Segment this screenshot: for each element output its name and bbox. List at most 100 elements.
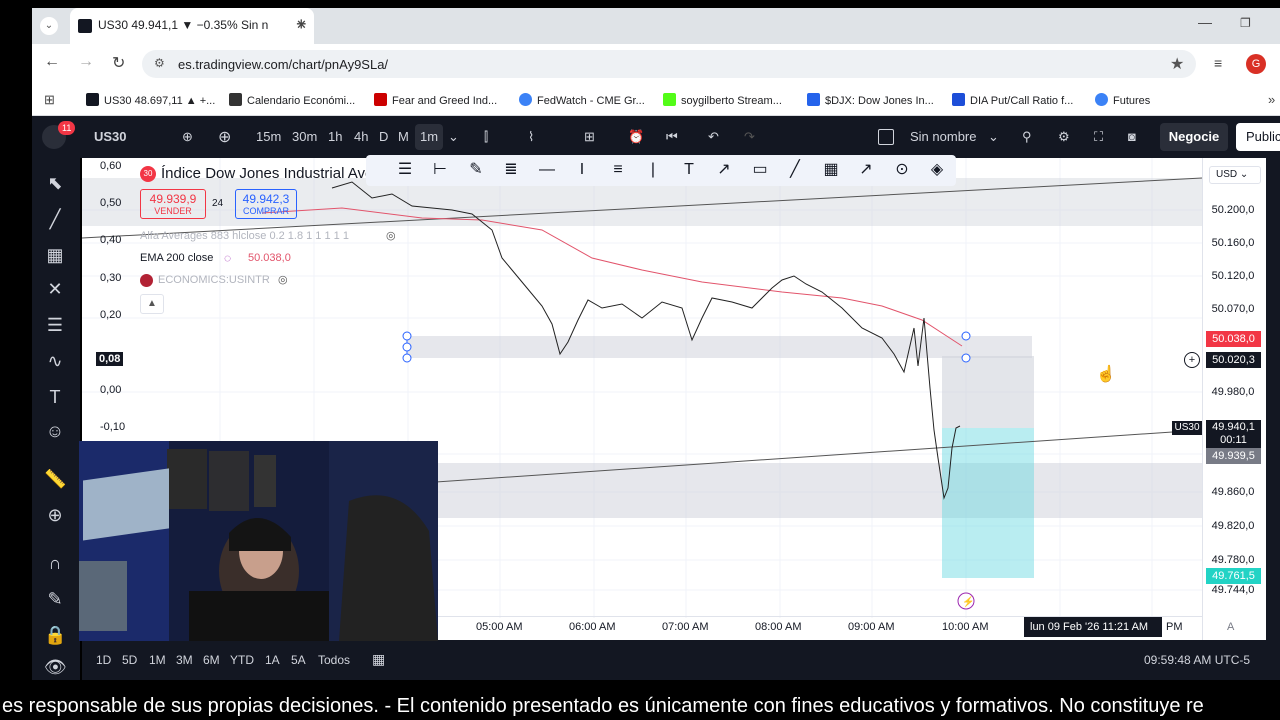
replay-icon[interactable]: ⏮: [666, 129, 678, 145]
interval-dropdown-icon[interactable]: ⌄: [448, 129, 459, 145]
keep-drawing-icon[interactable]: ✎: [44, 588, 66, 610]
pen-icon[interactable]: ✎: [465, 159, 487, 181]
rectangle-icon[interactable]: ▭: [749, 159, 771, 181]
text-icon[interactable]: T: [678, 159, 700, 181]
undo-icon[interactable]: ↶: [708, 129, 719, 145]
hidden-eye-icon[interactable]: ◎: [278, 273, 288, 286]
date-range-icon[interactable]: ⊢: [429, 159, 451, 181]
buy-button[interactable]: 49.942,3 COMPRAR: [235, 189, 297, 219]
new-tab-icon[interactable]: +: [296, 14, 307, 35]
price-range-icon[interactable]: ≣: [500, 159, 522, 181]
line-icon[interactable]: ╱: [784, 159, 806, 181]
bookmark-8[interactable]: Futures: [1095, 93, 1150, 107]
bookmark-7[interactable]: DIA Put/Call Ratio f...: [952, 93, 1073, 107]
collapse-legend-icon[interactable]: ▲: [140, 294, 164, 314]
bookmark-2[interactable]: Calendario Económi...: [229, 93, 355, 107]
date-range-calendar-icon[interactable]: ▦: [372, 651, 385, 668]
horizontal-line-icon[interactable]: —: [536, 159, 558, 181]
profile-avatar[interactable]: G: [1246, 54, 1266, 74]
grid-icon[interactable]: ▦: [820, 159, 842, 181]
layout-dropdown-icon[interactable]: ⌄: [988, 129, 999, 145]
add-alert-icon[interactable]: +: [1184, 352, 1200, 368]
apps-grid-icon[interactable]: ⊞: [44, 92, 55, 108]
clock-timezone[interactable]: 09:59:48 AM UTC-5: [1144, 653, 1250, 667]
pattern-icon[interactable]: ✕: [44, 278, 66, 300]
bookmark-star-icon[interactable]: ★: [1170, 54, 1184, 74]
lock-icon[interactable]: 🔒: [44, 624, 66, 646]
brush-tool-icon[interactable]: ↗: [855, 159, 877, 181]
interval-4h[interactable]: 4h: [354, 129, 368, 144]
trade-button[interactable]: Negocie: [1160, 123, 1228, 151]
range-5a[interactable]: 5A: [291, 653, 306, 667]
fib-grid-icon[interactable]: ▦: [44, 244, 66, 266]
compare-icon[interactable]: ⊕: [182, 129, 193, 145]
range-ytd[interactable]: YTD: [230, 653, 254, 667]
forward-icon[interactable]: →: [78, 53, 94, 71]
indicators-icon[interactable]: ⌇: [528, 129, 534, 145]
redo-icon[interactable]: ↷: [744, 129, 755, 145]
interval-m[interactable]: M: [398, 129, 409, 144]
add-symbol-icon[interactable]: ⊕: [218, 127, 231, 147]
circle-icon[interactable]: ⊙: [891, 159, 913, 181]
tab-search-icon[interactable]: ⌄: [40, 17, 58, 35]
zoom-icon[interactable]: ⊕: [44, 504, 66, 526]
interval-d[interactable]: D: [379, 129, 388, 144]
brush-icon[interactable]: ∿: [44, 350, 66, 372]
currency-select[interactable]: USD ⌄: [1209, 166, 1261, 184]
alert-icon[interactable]: ⏰: [628, 129, 644, 145]
auto-scale-toggle[interactable]: A: [1227, 621, 1234, 633]
bookmark-1[interactable]: US30 48.697,11 ▲ +...: [86, 93, 215, 107]
layout-name[interactable]: Sin nombre: [910, 129, 976, 144]
layout-icon[interactable]: [878, 129, 894, 145]
site-info-icon[interactable]: ⚙: [154, 56, 165, 70]
fullscreen-icon[interactable]: ⛶: [1094, 129, 1103, 145]
symbol-search[interactable]: US30: [94, 129, 127, 144]
indicator-alfa-averages[interactable]: Alfa Averages 883 hlclose 0.2 1.8 1 1 1 …: [140, 230, 376, 242]
address-bar[interactable]: ⚙ es.tradingview.com/chart/pnAy9SLa/ ★: [142, 50, 1196, 78]
settings-gear-icon[interactable]: ⚙: [1058, 129, 1070, 145]
minimize-icon[interactable]: —: [1198, 14, 1212, 30]
forecast-icon[interactable]: ☰: [44, 314, 66, 336]
range-all[interactable]: Todos: [318, 653, 350, 667]
cursor-icon[interactable]: ⬉: [44, 172, 66, 194]
indicator-economics[interactable]: ECONOMICS:USINTR: [158, 274, 270, 286]
publish-button[interactable]: Publicar: [1236, 123, 1280, 151]
trend-line-icon[interactable]: ╱: [44, 208, 66, 230]
camera-icon[interactable]: ◙: [1128, 129, 1136, 144]
url-text[interactable]: es.tradingview.com/chart/pnAy9SLa/: [178, 57, 388, 72]
interval-1h[interactable]: 1h: [328, 129, 342, 144]
restore-icon[interactable]: ❐: [1240, 16, 1251, 30]
reload-icon[interactable]: ↻: [112, 53, 125, 73]
bookmark-6[interactable]: $DJX: Dow Jones In...: [807, 93, 934, 107]
bookmark-5[interactable]: soygilberto Stream...: [663, 93, 782, 107]
range-1d[interactable]: 1D: [96, 653, 111, 667]
active-tab[interactable]: US30 49.941,1 ▼ −0.35% Sin nombre ✕: [70, 8, 314, 44]
range-1m[interactable]: 1M: [149, 653, 166, 667]
range-5d[interactable]: 5D: [122, 653, 137, 667]
indicator-ema-name[interactable]: EMA 200 close: [140, 252, 213, 264]
horizontal-ray-icon[interactable]: ☰: [394, 159, 416, 181]
range-6m[interactable]: 6M: [203, 653, 220, 667]
eye-icon[interactable]: 👁: [44, 656, 67, 678]
templates-icon[interactable]: ⊞: [584, 129, 595, 145]
candle-type-icon[interactable]: ⫿: [484, 129, 488, 145]
vertical-line-icon[interactable]: |: [642, 159, 664, 181]
range-3m[interactable]: 3M: [176, 653, 193, 667]
interval-1m-active[interactable]: 1m: [415, 124, 443, 150]
measure-icon[interactable]: I: [571, 159, 593, 181]
text-tool-icon[interactable]: T: [44, 386, 66, 408]
pattern-tool-icon[interactable]: ◈: [926, 159, 948, 181]
parallel-channel-icon[interactable]: ≡: [607, 159, 629, 181]
emoji-icon[interactable]: ☺: [44, 420, 66, 442]
media-icon[interactable]: ≡: [1214, 55, 1222, 71]
interval-15m[interactable]: 15m: [256, 129, 281, 144]
path-icon[interactable]: ↗: [713, 159, 735, 181]
bookmark-4[interactable]: FedWatch - CME Gr...: [519, 93, 645, 107]
price-scale[interactable]: USD ⌄ 50.200,0 50.160,0 50.120,0 50.070,…: [1202, 158, 1266, 640]
more-bookmarks-icon[interactable]: »: [1268, 92, 1275, 107]
interval-30m[interactable]: 30m: [292, 129, 317, 144]
sell-button[interactable]: 49.939,9 VENDER: [140, 189, 206, 219]
visibility-icon[interactable]: ◎: [386, 229, 396, 242]
magnet-icon[interactable]: ∩: [44, 552, 66, 574]
bookmark-3[interactable]: Fear and Greed Ind...: [374, 93, 497, 107]
